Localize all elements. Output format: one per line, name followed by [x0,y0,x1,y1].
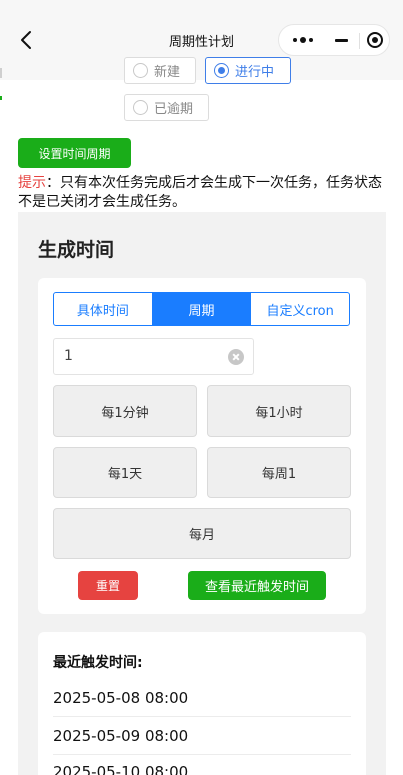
tip-body: 只有本次任务完成后才会生成下一次任务，任务状态不是已关闭才会生成任务。 [18,175,382,210]
tip-text: 提示：只有本次任务完成后才会生成下一次任务，任务状态不是已关闭才会生成任务。 [18,174,393,212]
capsule-menu [278,24,390,56]
edge-marker [0,68,2,78]
option-every-hour[interactable]: 每1小时 [207,385,351,437]
query-trigger-time-button[interactable]: 查看最近触发时间 [188,571,326,600]
radio-circle-icon [133,63,148,78]
tab-custom-cron[interactable]: 自定义cron [250,293,349,325]
option-every-minute[interactable]: 每1分钟 [53,385,197,437]
option-every-month[interactable]: 每月 [53,508,351,559]
tab-specific-time[interactable]: 具体时间 [54,293,152,325]
status-radio-new[interactable]: 新建 [124,57,196,84]
more-dots-icon[interactable] [285,25,321,55]
recent-trigger-item: 2025-05-09 08:00 [53,727,189,745]
divider [53,716,351,717]
target-close-icon[interactable] [359,25,391,55]
clear-icon[interactable] [228,349,244,365]
generate-card [38,278,366,614]
tab-period[interactable]: 周期 [151,293,251,325]
set-period-button[interactable]: 设置时间周期 [18,138,131,168]
tip-colon: ： [46,175,60,191]
interval-input[interactable] [64,348,214,364]
radio-selected-icon [214,63,229,78]
status-radio-in-progress[interactable]: 进行中 [205,57,291,84]
status-radio-label: 新建 [154,65,181,80]
option-every-week[interactable]: 每周1 [207,447,351,498]
edge-marker-green [0,96,2,100]
status-radio-overdue[interactable]: 已逾期 [124,94,209,121]
recent-trigger-item: 2025-05-08 08:00 [53,689,189,707]
interval-input-box [53,338,254,375]
recent-trigger-title: 最近触发时间: [53,655,143,671]
status-radio-label: 已逾期 [154,102,194,117]
mode-tabs: 具体时间 周期 自定义cron [53,292,350,326]
reset-button[interactable]: 重置 [78,571,138,600]
status-radio-label: 进行中 [235,65,275,80]
generate-title: 生成时间 [38,239,115,261]
recent-trigger-item: 2025-05-10 08:00 [53,763,189,775]
option-every-day[interactable]: 每1天 [53,447,197,498]
divider [53,754,351,755]
nav-bar: 周期性计划 [0,0,403,80]
tip-label: 提示 [18,175,46,191]
minimize-icon[interactable] [323,25,359,55]
radio-circle-icon [133,100,148,115]
